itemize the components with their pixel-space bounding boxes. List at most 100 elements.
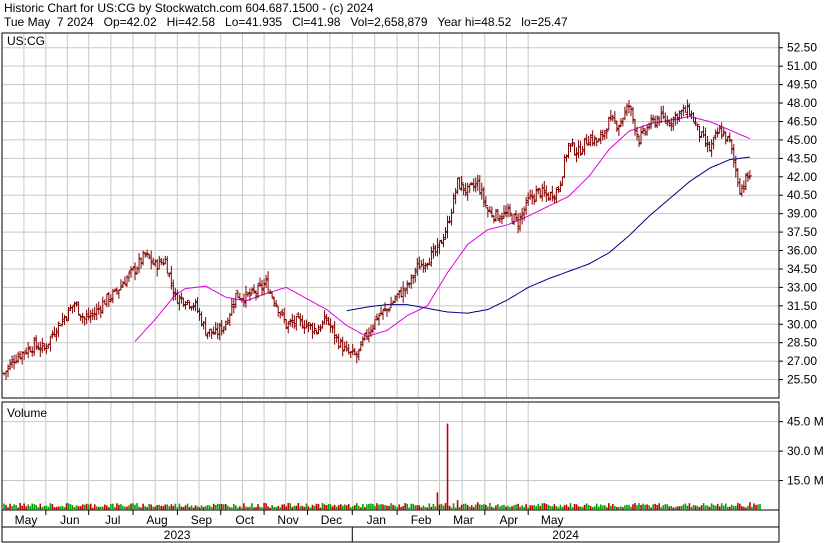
- price-bar: [171, 279, 176, 301]
- price-bar: [512, 213, 517, 226]
- price-bar: [659, 106, 664, 124]
- price-bar: [685, 99, 690, 119]
- price-bar: [449, 208, 454, 226]
- price-bar: [737, 177, 742, 195]
- price-bar: [530, 189, 535, 205]
- price-bar: [88, 309, 93, 324]
- price-bar: [235, 290, 240, 299]
- price-bar: [280, 308, 285, 317]
- price-bar: [381, 309, 386, 320]
- price-bar: [129, 266, 134, 278]
- price-bar: [401, 281, 406, 304]
- price-bar: [276, 306, 281, 317]
- price-bar: [546, 192, 551, 201]
- price-bar: [14, 354, 19, 364]
- price-bar: [193, 298, 198, 312]
- price-bar: [32, 336, 37, 356]
- price-bar: [467, 183, 472, 193]
- grid-lines: [2, 33, 779, 510]
- price-bar: [60, 312, 65, 326]
- price-bar: [592, 135, 597, 147]
- price-bar: [572, 142, 577, 156]
- moving-averages: [134, 116, 751, 342]
- price-bar: [157, 255, 162, 270]
- price-bar: [30, 346, 35, 357]
- price-bar: [624, 103, 629, 117]
- price-bar: [425, 262, 430, 270]
- month-label: Oct: [235, 513, 254, 527]
- price-bar: [264, 274, 269, 288]
- price-bar: [70, 305, 75, 314]
- price-bar: [207, 328, 212, 337]
- price-bar: [266, 271, 271, 294]
- volume-label: Volume: [7, 406, 47, 420]
- price-bar: [516, 213, 521, 234]
- price-bar: [124, 274, 129, 287]
- price-bar: [497, 214, 502, 223]
- price-bar: [574, 147, 579, 163]
- price-bar: [677, 110, 682, 122]
- price-bar: [62, 314, 67, 325]
- price-bar: [411, 275, 416, 285]
- price-bar: [443, 227, 448, 240]
- axis-labels: 52.50 51.00 49.50 48.00 46.50 45.00 43.50 42.00…: [15, 41, 824, 542]
- price-bar: [528, 189, 533, 200]
- price-bar: [491, 215, 496, 224]
- price-bar: [719, 122, 724, 140]
- y-tick-label: 52.50: [787, 41, 817, 55]
- price-bar: [602, 129, 607, 140]
- price-bar: [429, 246, 434, 267]
- price-bar: [22, 352, 27, 360]
- price-bar: [203, 317, 208, 336]
- price-bar: [399, 286, 404, 298]
- price-bar: [133, 262, 138, 281]
- y-tick-label: 34.50: [787, 262, 817, 276]
- price-bar: [78, 314, 83, 321]
- y-tick-label: 45.00: [787, 133, 817, 147]
- price-bar: [120, 280, 125, 288]
- price-bar: [628, 105, 633, 117]
- price-bar: [249, 287, 254, 295]
- price-bars: [2, 99, 752, 380]
- price-bar: [137, 253, 142, 274]
- price-bar: [542, 180, 547, 197]
- price-bar: [709, 139, 714, 157]
- price-bar: [159, 257, 164, 266]
- y-tick-label: 51.00: [787, 59, 817, 73]
- price-bar: [499, 212, 504, 225]
- price-bar: [58, 324, 63, 327]
- price-bar: [189, 306, 194, 311]
- volume-tick-label: 45.0 M: [787, 415, 824, 429]
- moving-average-short: [134, 116, 751, 342]
- price-bar: [346, 343, 351, 355]
- price-bar: [80, 312, 85, 324]
- price-bar: [576, 140, 581, 159]
- price-bar: [637, 135, 642, 148]
- price-bar: [403, 289, 408, 298]
- price-bar: [643, 128, 648, 136]
- price-bar: [243, 285, 248, 308]
- price-bar: [455, 177, 460, 195]
- price-bar: [360, 336, 365, 347]
- stock-chart: 52.50 51.00 49.50 48.00 46.50 45.00 43.50 42.00…: [1, 32, 824, 543]
- price-bar: [471, 178, 476, 192]
- price-bar: [445, 215, 450, 239]
- price-bar: [747, 170, 752, 180]
- price-bar: [423, 262, 428, 273]
- price-bar: [451, 193, 456, 214]
- price-bar: [26, 342, 31, 359]
- price-bar: [104, 293, 109, 308]
- price-bar: [524, 196, 529, 215]
- price-bar: [566, 142, 571, 159]
- price-bar: [28, 345, 33, 353]
- price-bar: [175, 289, 180, 304]
- price-bar: [729, 139, 734, 155]
- price-bar: [580, 146, 585, 154]
- price-panel: [1, 32, 780, 399]
- volume-bars: [3, 423, 761, 510]
- price-bar: [703, 127, 708, 148]
- year-label: 2023: [164, 528, 191, 542]
- y-tick-label: 39.00: [787, 207, 817, 221]
- y-tick-label: 36.00: [787, 244, 817, 258]
- price-bar: [179, 292, 184, 304]
